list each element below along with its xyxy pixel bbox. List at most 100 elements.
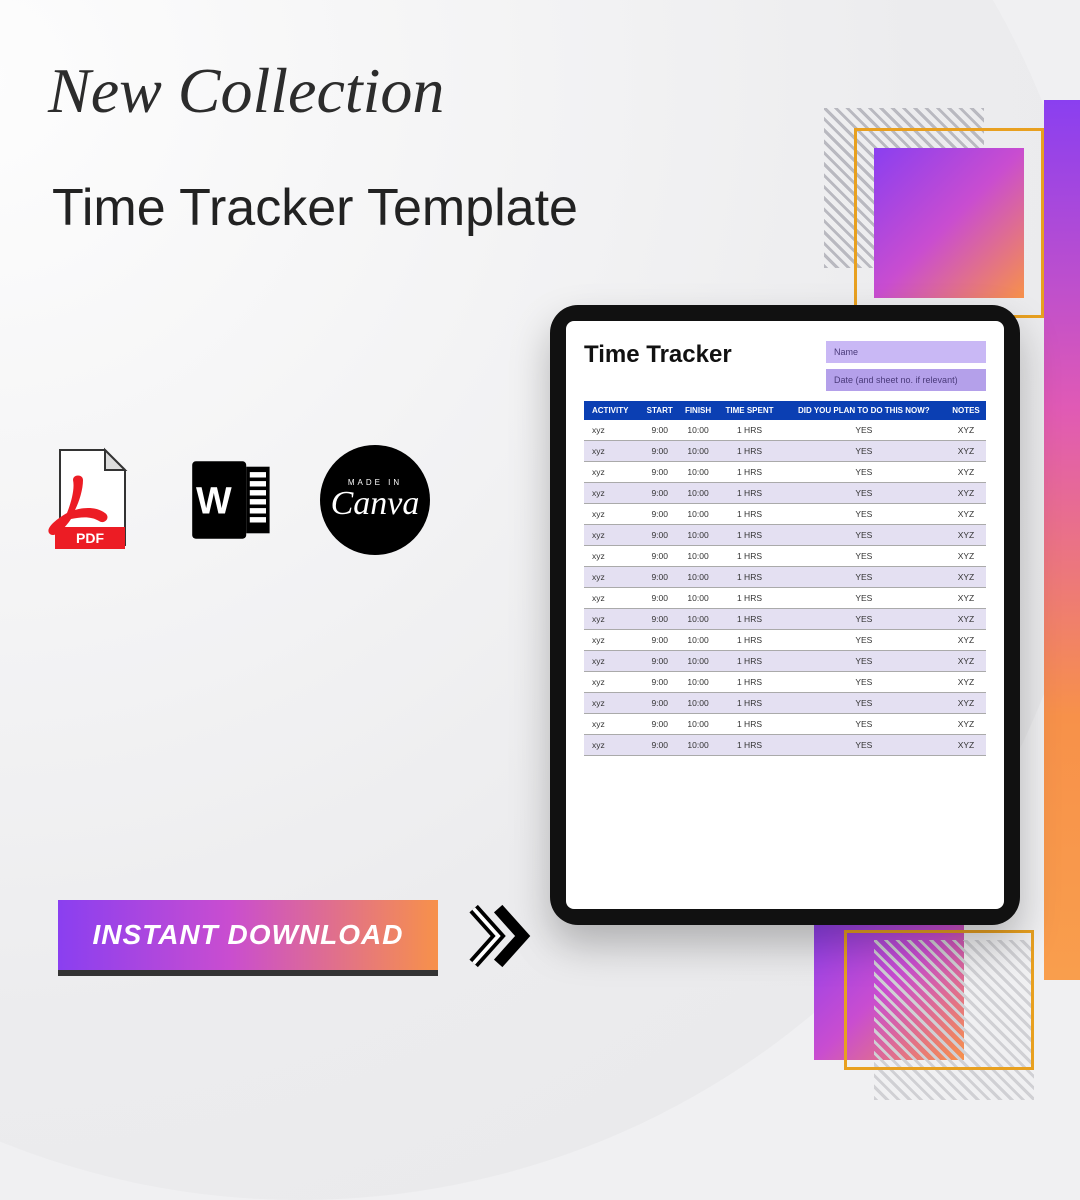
table-header: ACTIVITY [584,401,641,420]
table-cell: 1 HRS [717,462,781,483]
table-cell: YES [782,588,946,609]
table-cell: 1 HRS [717,714,781,735]
date-field[interactable]: Date (and sheet no. if relevant) [826,369,986,391]
cta-row: INSTANT DOWNLOAD [58,900,534,976]
table-cell: 10:00 [679,672,717,693]
table-cell: 1 HRS [717,525,781,546]
table-cell: XYZ [946,651,986,672]
table-cell: 9:00 [641,651,679,672]
table-cell: YES [782,546,946,567]
table-cell: xyz [584,588,641,609]
table-cell: XYZ [946,462,986,483]
table-row: xyz9:0010:001 HRSYESXYZ [584,483,986,504]
table-cell: YES [782,483,946,504]
table-row: xyz9:0010:001 HRSYESXYZ [584,567,986,588]
table-cell: xyz [584,483,641,504]
table-cell: 1 HRS [717,441,781,462]
table-cell: YES [782,525,946,546]
table-cell: 1 HRS [717,504,781,525]
table-cell: 10:00 [679,462,717,483]
table-cell: 1 HRS [717,588,781,609]
table-cell: 10:00 [679,525,717,546]
name-field[interactable]: Name [826,341,986,363]
table-cell: 1 HRS [717,420,781,441]
document-title: Time Tracker [584,341,732,369]
table-cell: 9:00 [641,420,679,441]
table-cell: 9:00 [641,462,679,483]
table-cell: 10:00 [679,483,717,504]
table-cell: 1 HRS [717,609,781,630]
table-cell: xyz [584,714,641,735]
table-cell: YES [782,567,946,588]
table-cell: 10:00 [679,693,717,714]
table-cell: YES [782,441,946,462]
table-cell: 9:00 [641,693,679,714]
table-cell: YES [782,504,946,525]
table-cell: xyz [584,735,641,756]
table-cell: 1 HRS [717,735,781,756]
table-cell: 10:00 [679,567,717,588]
table-cell: XYZ [946,672,986,693]
download-button-label: INSTANT DOWNLOAD [93,919,404,951]
page-title: Time Tracker Template [52,178,578,238]
script-heading: New Collection [48,54,444,128]
table-cell: 10:00 [679,588,717,609]
table-cell: xyz [584,504,641,525]
table-cell: XYZ [946,525,986,546]
table-cell: 10:00 [679,630,717,651]
table-row: xyz9:0010:001 HRSYESXYZ [584,525,986,546]
table-cell: xyz [584,672,641,693]
table-cell: YES [782,420,946,441]
table-cell: 9:00 [641,504,679,525]
table-cell: YES [782,462,946,483]
table-cell: YES [782,630,946,651]
table-cell: 10:00 [679,420,717,441]
table-row: xyz9:0010:001 HRSYESXYZ [584,630,986,651]
tablet-mockup: Time Tracker Name Date (and sheet no. if… [550,305,1020,925]
table-row: xyz9:0010:001 HRSYESXYZ [584,420,986,441]
table-cell: 1 HRS [717,630,781,651]
table-cell: xyz [584,546,641,567]
table-cell: 10:00 [679,651,717,672]
table-cell: XYZ [946,441,986,462]
table-cell: 1 HRS [717,651,781,672]
table-cell: 10:00 [679,609,717,630]
table-cell: 9:00 [641,441,679,462]
pdf-icon: PDF [40,440,140,560]
table-row: xyz9:0010:001 HRSYESXYZ [584,651,986,672]
table-cell: XYZ [946,504,986,525]
table-cell: XYZ [946,693,986,714]
table-header: NOTES [946,401,986,420]
table-cell: XYZ [946,630,986,651]
table-cell: xyz [584,420,641,441]
table-cell: YES [782,651,946,672]
table-cell: XYZ [946,567,986,588]
table-cell: XYZ [946,609,986,630]
table-cell: 9:00 [641,588,679,609]
table-header: START [641,401,679,420]
table-cell: 1 HRS [717,483,781,504]
table-cell: 9:00 [641,714,679,735]
table-row: xyz9:0010:001 HRSYESXYZ [584,714,986,735]
canva-name-label: Canva [331,485,420,523]
chevron-right-icon [468,903,534,974]
table-cell: xyz [584,462,641,483]
download-button[interactable]: INSTANT DOWNLOAD [58,900,438,976]
table-cell: 10:00 [679,714,717,735]
table-cell: YES [782,714,946,735]
table-cell: 10:00 [679,504,717,525]
table-cell: 9:00 [641,672,679,693]
table-cell: 9:00 [641,609,679,630]
table-cell: 9:00 [641,483,679,504]
decoration-bottom-right [814,910,1054,1110]
word-icon: W [180,440,280,560]
table-cell: 10:00 [679,441,717,462]
table-cell: 9:00 [641,567,679,588]
table-cell: xyz [584,567,641,588]
table-cell: xyz [584,630,641,651]
table-cell: XYZ [946,420,986,441]
table-row: xyz9:0010:001 HRSYESXYZ [584,504,986,525]
table-cell: 1 HRS [717,546,781,567]
table-row: xyz9:0010:001 HRSYESXYZ [584,441,986,462]
table-cell: 1 HRS [717,693,781,714]
